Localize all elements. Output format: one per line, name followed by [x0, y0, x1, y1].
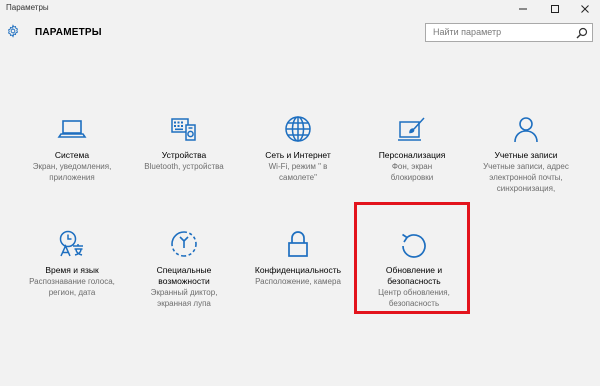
maximize-button[interactable] [540, 0, 570, 18]
tile-description: Учетные записи, адрес [483, 162, 569, 171]
tile-description: регион, дата [48, 288, 96, 297]
search-icon[interactable] [576, 27, 588, 39]
accessibility-icon [171, 231, 197, 257]
tile-description: экранная лупа [157, 299, 211, 308]
tile-title: Система [54, 150, 90, 160]
tile-accounts[interactable]: Учетные записи Учетные записи, адрес эле… [471, 114, 581, 194]
tile-title: Специальные [156, 265, 212, 275]
tile-privacy[interactable]: Конфиденциальность Расположение, камера [243, 229, 353, 287]
tile-title: возможности [158, 276, 210, 286]
globe-icon [285, 116, 311, 142]
minimize-button[interactable] [508, 0, 538, 18]
tile-description: блокировки [390, 173, 434, 182]
gear-icon [7, 24, 19, 38]
tile-title: Персонализация [378, 150, 446, 160]
laptop-icon [57, 120, 87, 138]
tile-description: Распознавание голоса, [29, 277, 115, 286]
tile-description: Bluetooth, устройства [144, 162, 224, 171]
tile-title: Время и язык [45, 265, 99, 275]
tile-description: Экранный диктор, [150, 288, 218, 297]
close-button[interactable] [570, 0, 600, 18]
tile-personalization[interactable]: Персонализация Фон, экран блокировки [357, 114, 467, 183]
tile-accessibility[interactable]: Специальные возможности Экранный диктор,… [129, 229, 239, 309]
tile-description: Фон, экран [391, 162, 433, 171]
tile-devices[interactable]: Устройства Bluetooth, устройства [129, 114, 239, 172]
search-input[interactable]: Найти параметр [425, 23, 593, 42]
tile-time-language[interactable]: Время и язык Распознавание голоса, регио… [17, 229, 127, 298]
page-title: ПАРАМЕТРЫ [35, 27, 102, 38]
highlight-frame [354, 202, 470, 314]
paint-icon [398, 117, 425, 141]
tile-description: синхронизация, [496, 184, 556, 193]
search-placeholder: Найти параметр [433, 27, 502, 37]
tile-title: Конфиденциальность [254, 265, 342, 275]
tile-network[interactable]: Сеть и Интернет Wi-Fi, режим " в самолет… [243, 114, 353, 183]
lock-icon [288, 231, 308, 257]
title-bar: Параметры [0, 0, 600, 18]
window-title: Параметры [6, 3, 49, 12]
minimize-icon [519, 8, 527, 10]
tile-system[interactable]: Система Экран, уведомления, приложения [17, 114, 127, 183]
person-icon [514, 117, 538, 143]
tile-description: электронной почты, [489, 173, 563, 182]
devices-icon [171, 118, 196, 141]
settings-window: Параметры ПАРАМЕТРЫ Найти параметр Систе… [0, 0, 600, 386]
time-language-icon [59, 230, 83, 257]
close-icon [581, 5, 589, 13]
tile-description: самолете" [279, 173, 317, 182]
tile-description: приложения [49, 173, 95, 182]
tile-description: Расположение, камера [255, 277, 341, 286]
tile-title: Устройства [161, 150, 207, 160]
tile-description: Экран, уведомления, [32, 162, 112, 171]
tile-title: Учетные записи [494, 150, 558, 160]
tile-title: Сеть и Интернет [265, 150, 331, 160]
maximize-icon [551, 5, 559, 13]
tile-description: Wi-Fi, режим " в [268, 162, 328, 171]
